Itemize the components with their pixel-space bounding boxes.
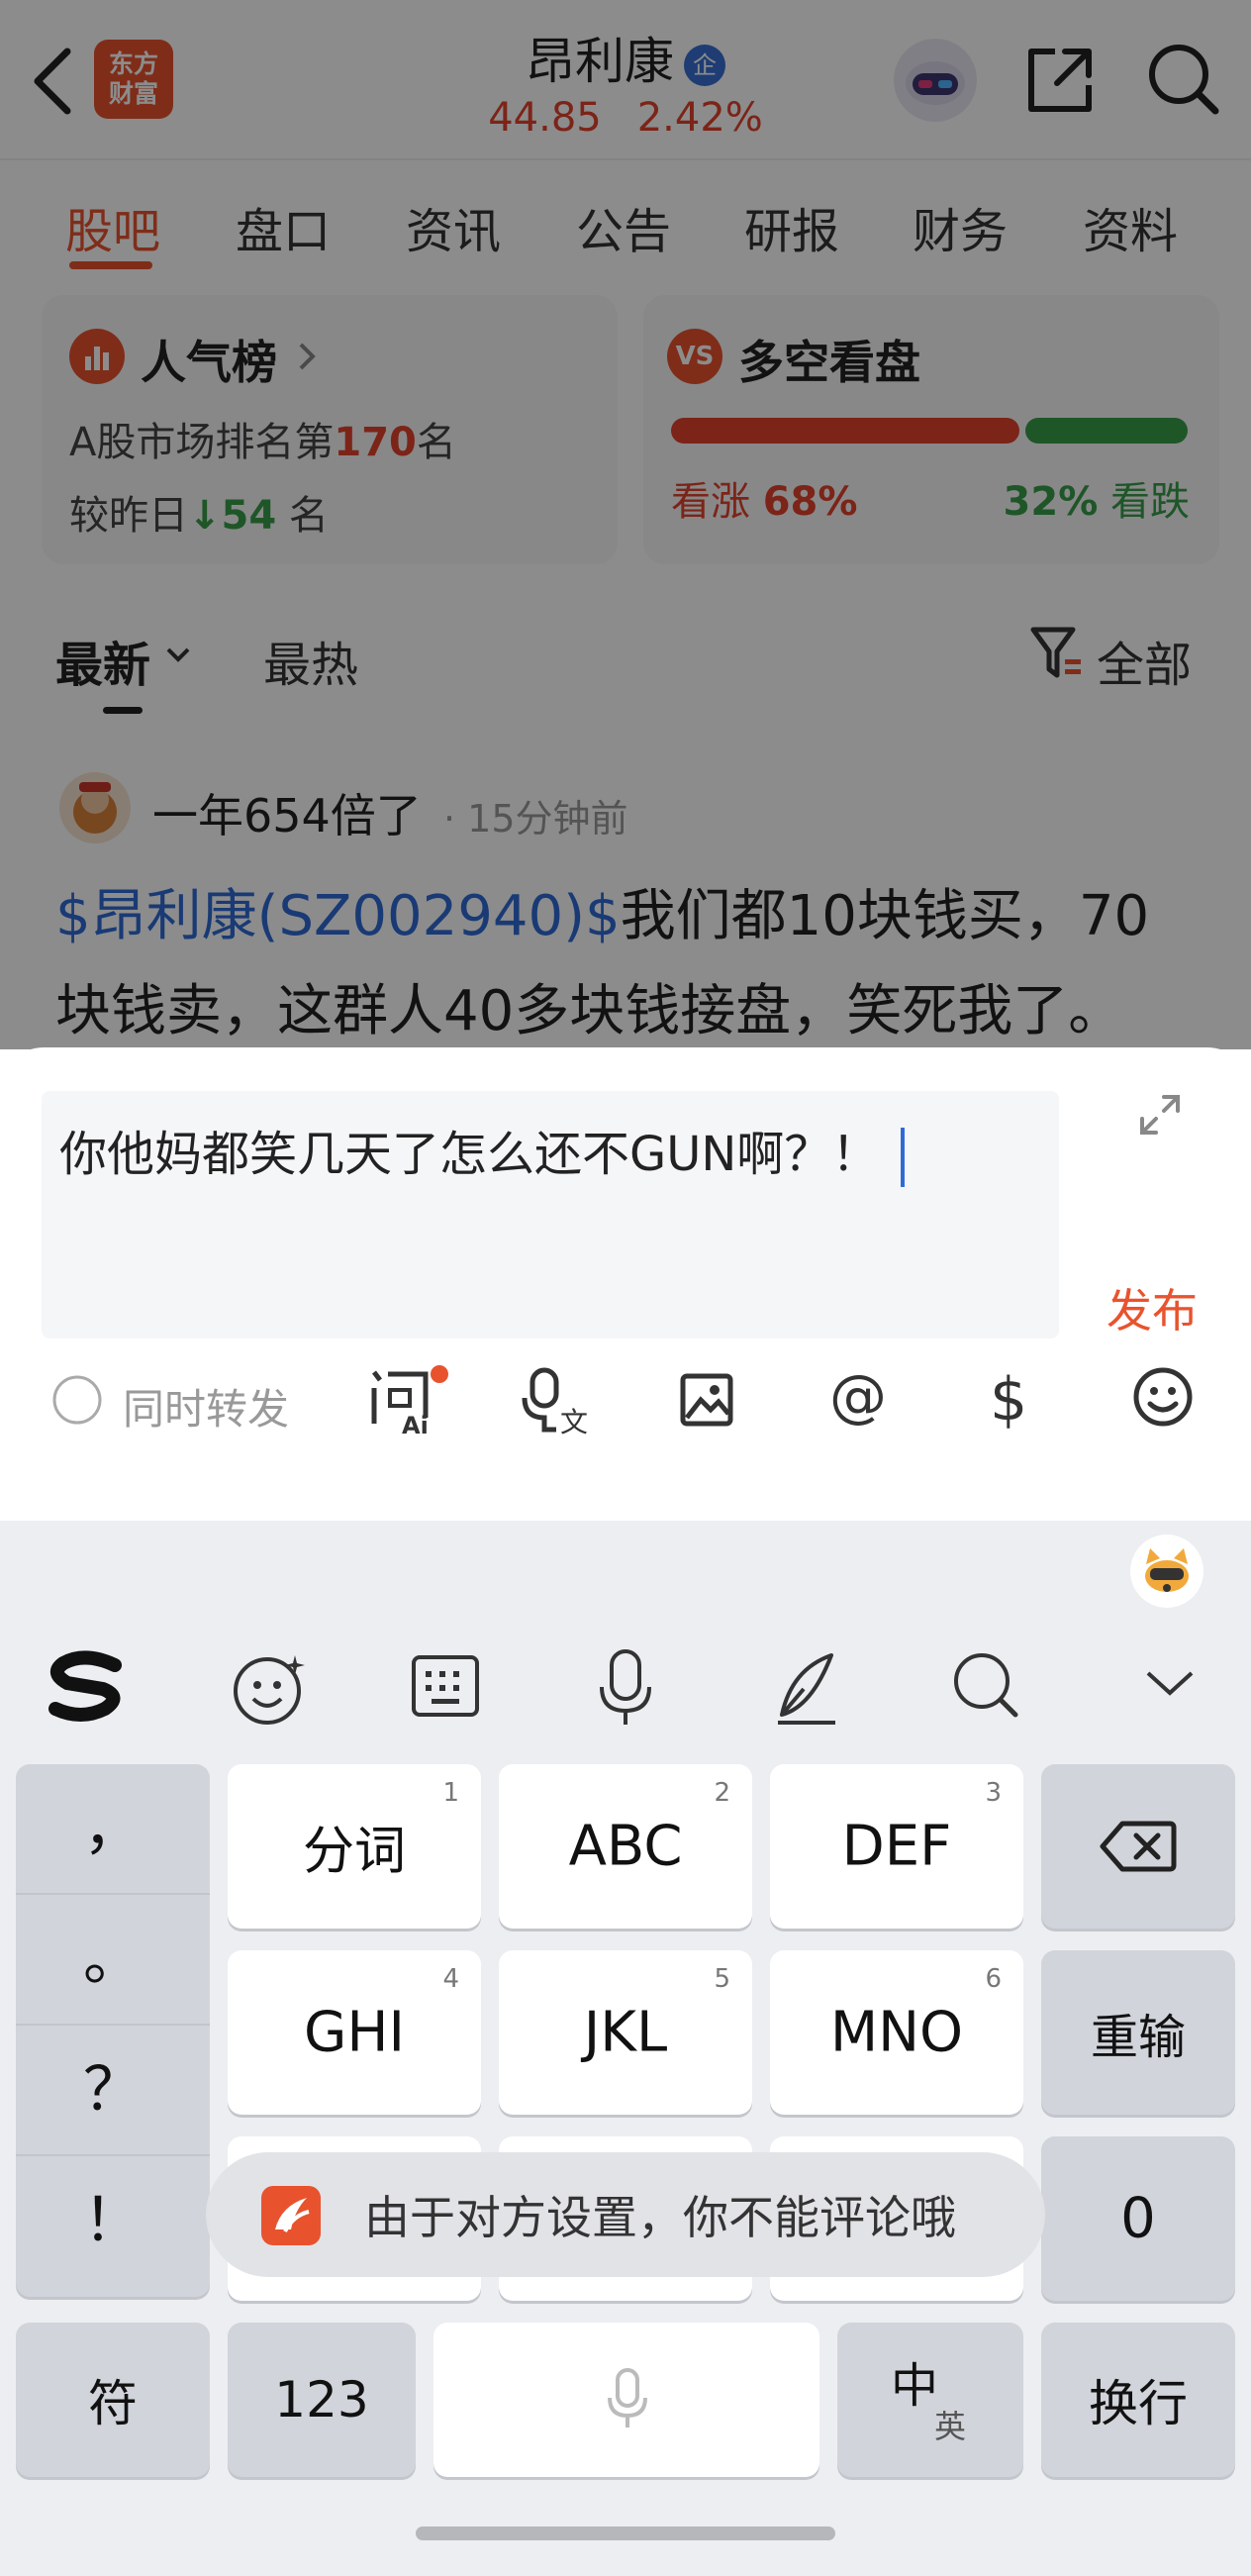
key-backspace[interactable] (1041, 1764, 1235, 1929)
ime-keyboard: ， 。 ？ ！ 1 分词 2 ABC 3 DEF 4 GHI 5 JKL 6 MNO 重输 … (0, 1521, 1251, 2576)
key-comma[interactable]: ， (16, 1764, 210, 1895)
key-space[interactable] (433, 2323, 819, 2477)
toast-text: 由于对方设置，你不能评论哦 (364, 2191, 956, 2244)
punctuation-column[interactable]: ， 。 ？ ！ (16, 1764, 210, 2297)
keyboard-emoji-icon[interactable] (230, 1649, 309, 1729)
key-period[interactable]: 。 (16, 1895, 210, 2026)
key-enter[interactable]: 换行 (1041, 2323, 1235, 2477)
emoji-icon[interactable] (1132, 1366, 1194, 1428)
key-exclamation[interactable]: ！ (16, 2156, 210, 2285)
toast-message: 由于对方设置，你不能评论哦 (206, 2152, 1045, 2277)
svg-text:$: $ (990, 1365, 1027, 1432)
repost-label[interactable]: 同时转发 (123, 1376, 289, 1437)
key-segment[interactable]: 1 分词 (228, 1764, 481, 1929)
eastmoney-app-icon (261, 2186, 321, 2245)
ask-ai-icon[interactable]: Ai (368, 1364, 453, 1436)
keyboard-mic-icon[interactable] (596, 1645, 655, 1729)
handwriting-pen-icon[interactable] (772, 1649, 841, 1729)
voice-to-text-icon[interactable]: 文 (521, 1364, 592, 1436)
expand-icon[interactable] (1138, 1093, 1182, 1137)
key-question[interactable]: ？ (16, 2026, 210, 2156)
key-mno[interactable]: 6 MNO (770, 1950, 1023, 2115)
key-zero[interactable]: 0 (1041, 2136, 1235, 2301)
space-mic-icon (608, 2368, 647, 2427)
key-abc[interactable]: 2 ABC (499, 1764, 752, 1929)
comment-sheet: 你他妈都笑几天了怎么还不GUN啊？！ 发布 同时转发 Ai 文 @ $ (0, 1047, 1251, 1521)
key-numbers[interactable]: 123 (228, 2323, 416, 2477)
home-indicator[interactable] (416, 2526, 835, 2540)
key-symbols[interactable]: 符 (16, 2323, 210, 2477)
repost-checkbox[interactable] (51, 1374, 103, 1426)
key-language-switch[interactable]: 中 英 (837, 2323, 1023, 2477)
key-ghi[interactable]: 4 GHI (228, 1950, 481, 2115)
key-jkl[interactable]: 5 JKL (499, 1950, 752, 2115)
image-icon[interactable] (679, 1370, 734, 1430)
modal-overlay[interactable] (0, 0, 1251, 1049)
comment-text[interactable]: 你他妈都笑几天了怎么还不GUN啊？！ (59, 1115, 906, 1187)
hide-keyboard-icon[interactable] (1144, 1665, 1196, 1701)
key-def[interactable]: 3 DEF (770, 1764, 1023, 1929)
key-retype[interactable]: 重输 (1041, 1950, 1235, 2115)
keyboard-layout-icon[interactable] (410, 1651, 481, 1721)
svg-text:@: @ (829, 1364, 887, 1428)
sogou-logo-icon[interactable] (46, 1649, 129, 1725)
svg-text:文: 文 (560, 1406, 588, 1436)
ime-mascot-icon[interactable] (1130, 1535, 1203, 1608)
mention-icon[interactable]: @ (827, 1364, 891, 1428)
svg-text:Ai: Ai (402, 1412, 429, 1436)
stock-dollar-icon[interactable]: $ (986, 1364, 1037, 1432)
text-caret (901, 1128, 906, 1187)
publish-button[interactable]: 发布 (1107, 1275, 1198, 1340)
comment-input[interactable]: 你他妈都笑几天了怎么还不GUN啊？！ (42, 1091, 1059, 1338)
keyboard-search-icon[interactable] (950, 1649, 1021, 1721)
